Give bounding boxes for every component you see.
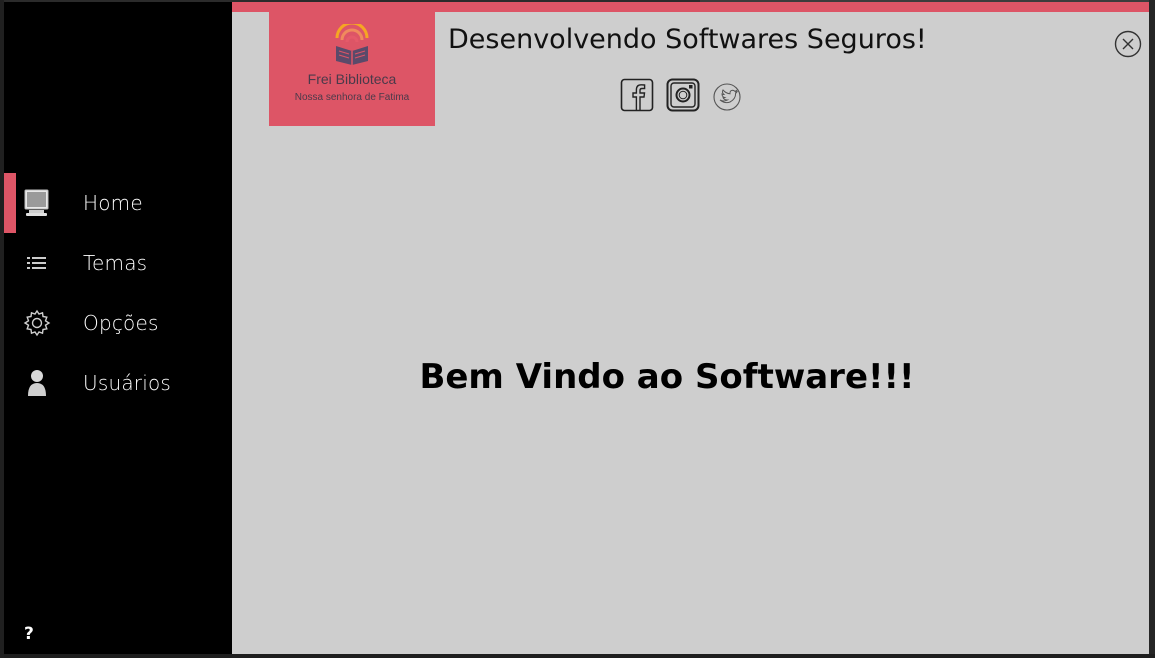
monitor-icon [22,188,52,218]
twitter-icon[interactable] [712,78,742,116]
welcome-message: Bem Vindo ao Software!!! [419,357,915,397]
sidebar: Home Temas Opções Usuários ? [4,2,232,654]
sidebar-item-temas[interactable]: Temas [4,233,232,293]
gear-icon [22,308,52,338]
instagram-icon[interactable] [666,78,700,116]
logo-subtitle: Nossa senhora de Fatima [294,92,410,103]
background-desktop-edge [1149,0,1155,658]
app-window: Home Temas Opções Usuários ? Frei Biblio… [4,2,1149,654]
page-title: Desenvolvendo Softwares Seguros! [448,24,927,55]
sidebar-item-opcoes[interactable]: Opções [4,293,232,353]
help-button[interactable]: ? [24,624,34,644]
sidebar-item-label: Temas [83,251,148,275]
book-wifi-icon [333,21,371,70]
user-icon [22,368,52,398]
sidebar-item-label: Home [83,191,143,215]
active-indicator [4,293,16,353]
main-content: Frei Biblioteca Nossa senhora de Fatima … [232,2,1149,654]
background-desktop-bottom [0,654,1155,658]
logo: Frei Biblioteca Nossa senhora de Fatima [269,12,435,126]
list-icon [22,248,52,278]
close-icon[interactable] [1114,30,1142,62]
sidebar-item-usuarios[interactable]: Usuários [4,353,232,413]
sidebar-item-label: Usuários [83,371,172,395]
logo-title: Frei Biblioteca [307,71,397,87]
sidebar-nav: Home Temas Opções Usuários [4,173,232,413]
active-indicator [4,353,16,413]
sidebar-item-home[interactable]: Home [4,173,232,233]
accent-bar [232,2,1149,12]
active-indicator [4,173,16,233]
facebook-icon[interactable] [620,78,654,116]
sidebar-item-label: Opções [83,311,159,335]
active-indicator [4,233,16,293]
